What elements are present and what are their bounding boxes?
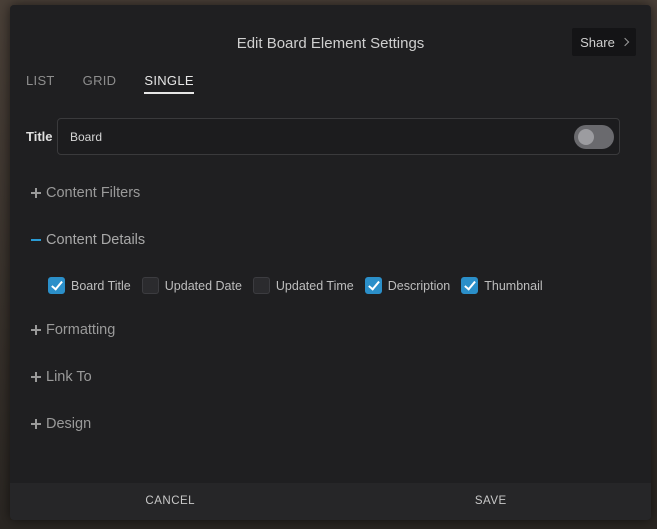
- title-field-box: [57, 118, 620, 155]
- title-input[interactable]: [70, 129, 574, 144]
- plus-icon: [30, 418, 42, 430]
- dialog-footer: CANCEL SAVE: [10, 483, 651, 520]
- section-content-details[interactable]: Content Details: [30, 232, 145, 248]
- title-visibility-toggle[interactable]: [574, 124, 614, 149]
- view-tabs: LIST GRID SINGLE: [26, 73, 222, 94]
- title-label: Title: [26, 129, 53, 144]
- section-link-to[interactable]: Link To: [30, 369, 92, 385]
- plus-icon: [30, 187, 42, 199]
- checkbox-thumbnail[interactable]: [461, 277, 479, 294]
- option-label: Updated Time: [275, 278, 354, 293]
- option-label: Thumbnail: [484, 278, 543, 293]
- section-content-filters[interactable]: Content Filters: [30, 185, 140, 201]
- toggle-knob: [578, 128, 594, 145]
- chevron-right-icon: [620, 37, 630, 47]
- plus-icon: [30, 324, 42, 336]
- minus-icon: [30, 234, 42, 246]
- tab-single[interactable]: SINGLE: [144, 73, 194, 94]
- option-updated-time[interactable]: Updated Time: [252, 277, 354, 294]
- edit-settings-dialog: Edit Board Element Settings Share LIST G…: [10, 5, 651, 520]
- dialog-title: Edit Board Element Settings: [236, 35, 425, 52]
- option-board-title[interactable]: Board Title: [48, 277, 131, 294]
- plus-icon: [30, 371, 42, 383]
- option-updated-date[interactable]: Updated Date: [141, 277, 242, 294]
- option-label: Board Title: [71, 278, 131, 293]
- section-formatting[interactable]: Formatting: [30, 322, 115, 338]
- share-label: Share: [580, 34, 615, 50]
- section-label: Content Details: [46, 232, 146, 248]
- option-description[interactable]: Description: [364, 277, 451, 294]
- checkbox-board-title[interactable]: [48, 277, 65, 294]
- dialog-header: Edit Board Element Settings Share: [10, 5, 651, 63]
- option-label: Description: [387, 278, 451, 293]
- tab-grid[interactable]: GRID: [83, 73, 117, 94]
- cancel-button[interactable]: CANCEL: [10, 483, 331, 520]
- save-button[interactable]: SAVE: [331, 483, 652, 520]
- checkbox-updated-date[interactable]: [141, 277, 159, 294]
- section-label: Formatting: [46, 322, 116, 338]
- share-button[interactable]: Share: [572, 28, 636, 56]
- section-label: Link To: [46, 369, 92, 385]
- section-label: Content Filters: [46, 185, 141, 201]
- section-label: Design: [46, 416, 92, 432]
- checkbox-description[interactable]: [364, 277, 382, 294]
- option-label: Updated Date: [164, 278, 242, 293]
- section-design[interactable]: Design: [30, 416, 91, 432]
- content-details-options: Board Title Updated Date Updated Time De…: [48, 277, 554, 294]
- option-thumbnail[interactable]: Thumbnail: [461, 277, 543, 294]
- tab-list[interactable]: LIST: [26, 73, 55, 94]
- checkbox-updated-time[interactable]: [252, 277, 270, 294]
- title-row: Title: [26, 118, 620, 155]
